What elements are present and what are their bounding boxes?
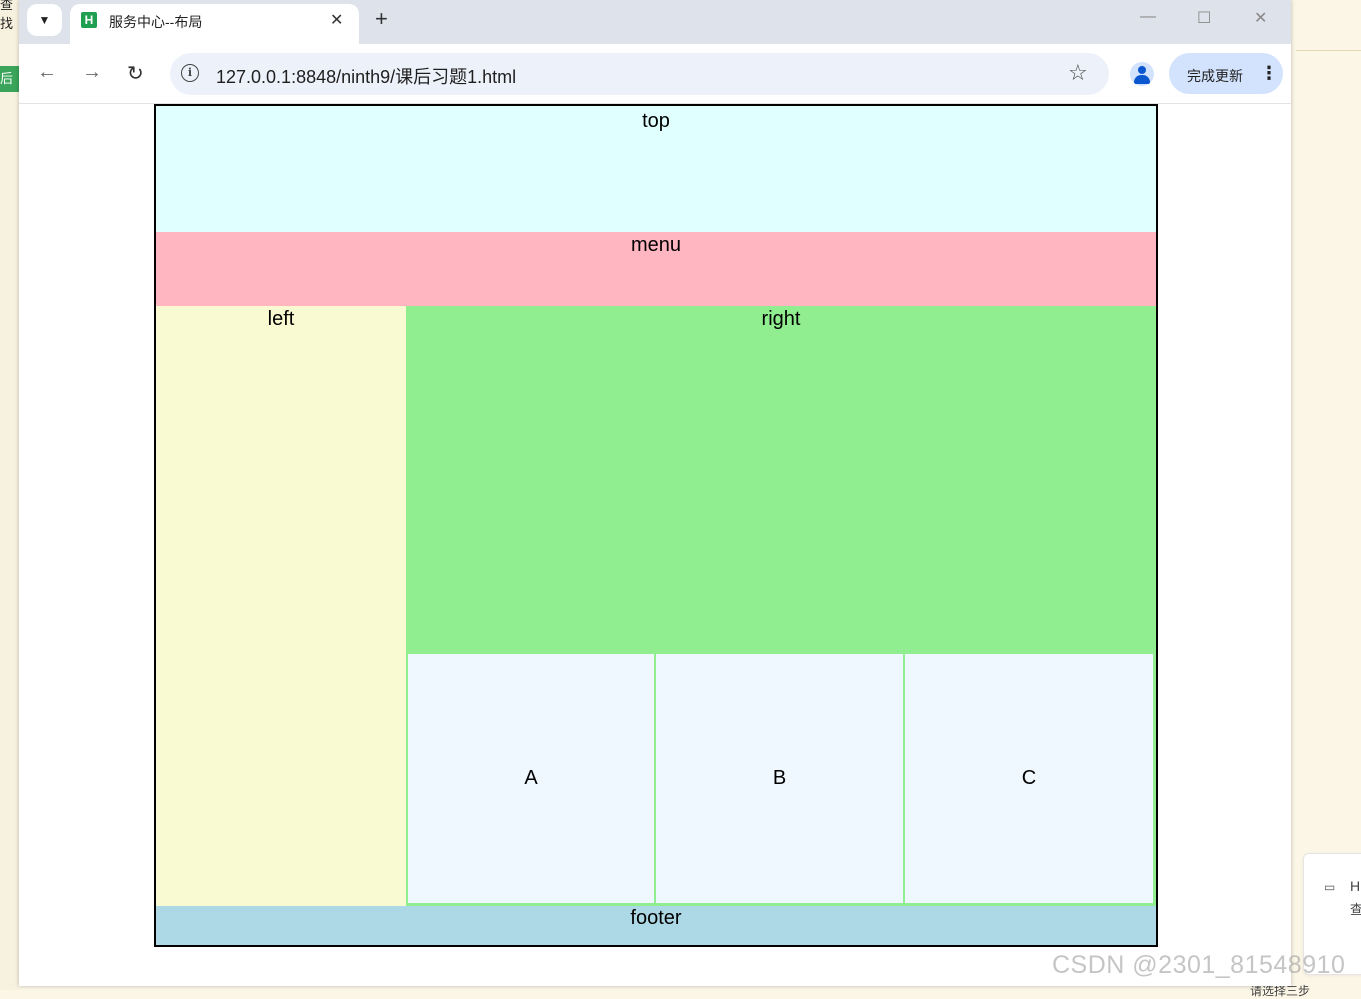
hbuilder-favicon-icon: H	[81, 12, 97, 28]
bookmark-star-icon[interactable]: ☆	[1068, 60, 1088, 86]
background-green-tag: 后文	[0, 66, 19, 92]
reload-icon[interactable]: ↻	[127, 61, 144, 86]
background-right-strip	[1292, 0, 1361, 990]
forward-arrow-icon[interactable]: →	[82, 61, 102, 84]
info-icon[interactable]: i	[181, 64, 199, 82]
profile-avatar-icon[interactable]	[1130, 62, 1154, 86]
layout-container: top menu left right A B C footer	[154, 104, 1158, 947]
update-button-label: 完成更新	[1187, 68, 1243, 84]
tab-title: 服务中心--布局	[109, 14, 203, 30]
menu-label: menu	[630, 234, 682, 256]
right-label: right	[761, 308, 801, 330]
cell-c-label: C	[1021, 767, 1037, 789]
side-widget-label-2: 查	[1350, 902, 1361, 917]
tab-active[interactable]: H 服务中心--布局 ✕	[70, 4, 359, 44]
browser-window: ▼ H 服务中心--布局 ✕ + — ☐ ✕ ← → ↻ i 127.0.0.1…	[19, 0, 1291, 986]
chevron-down-icon: ▼	[38, 13, 51, 27]
cell-b-label: B	[772, 767, 787, 789]
tab-search-button[interactable]: ▼	[27, 4, 62, 36]
comment-icon: ▭	[1324, 880, 1336, 894]
top-label: top	[642, 110, 670, 132]
side-widget-label: H	[1350, 878, 1361, 894]
new-tab-plus-icon[interactable]: +	[375, 6, 388, 32]
maximize-icon[interactable]: ☐	[1197, 8, 1211, 28]
window-close-icon[interactable]: ✕	[1254, 8, 1267, 28]
background-divider	[1296, 50, 1361, 51]
back-arrow-icon[interactable]: ←	[37, 61, 57, 84]
right-region: right	[406, 306, 1156, 653]
address-bar[interactable]: i 127.0.0.1:8848/ninth9/课后习题1.html ☆	[170, 53, 1109, 95]
update-button[interactable]: 完成更新 ⋮	[1169, 53, 1283, 94]
left-region: left	[156, 306, 406, 906]
footer-label: footer	[630, 907, 682, 929]
left-label: left	[267, 308, 295, 330]
csdn-watermark: CSDN @2301_81548910	[1052, 951, 1346, 979]
url-text[interactable]: 127.0.0.1:8848/ninth9/课后习题1.html	[216, 63, 516, 89]
menu-region: menu	[156, 232, 1156, 306]
cell-a: A	[406, 653, 655, 904]
background-left-strip: 查找 后文	[0, 0, 19, 990]
browser-toolbar: ← → ↻ i 127.0.0.1:8848/ninth9/课后习题1.html…	[19, 44, 1291, 104]
cell-a-label: A	[524, 767, 538, 789]
footer-region: footer	[156, 906, 1156, 945]
page-viewport: top menu left right A B C footer	[19, 104, 1291, 986]
minimize-icon[interactable]: —	[1140, 8, 1156, 26]
top-region: top	[156, 106, 1156, 232]
tab-strip: ▼ H 服务中心--布局 ✕ + — ☐ ✕	[19, 0, 1291, 44]
more-menu-icon[interactable]: ⋮	[1260, 63, 1278, 84]
cell-b: B	[655, 653, 904, 904]
close-icon[interactable]: ✕	[330, 10, 343, 30]
cell-c: C	[904, 653, 1155, 904]
background-text-fragment: 查找	[0, 0, 14, 31]
